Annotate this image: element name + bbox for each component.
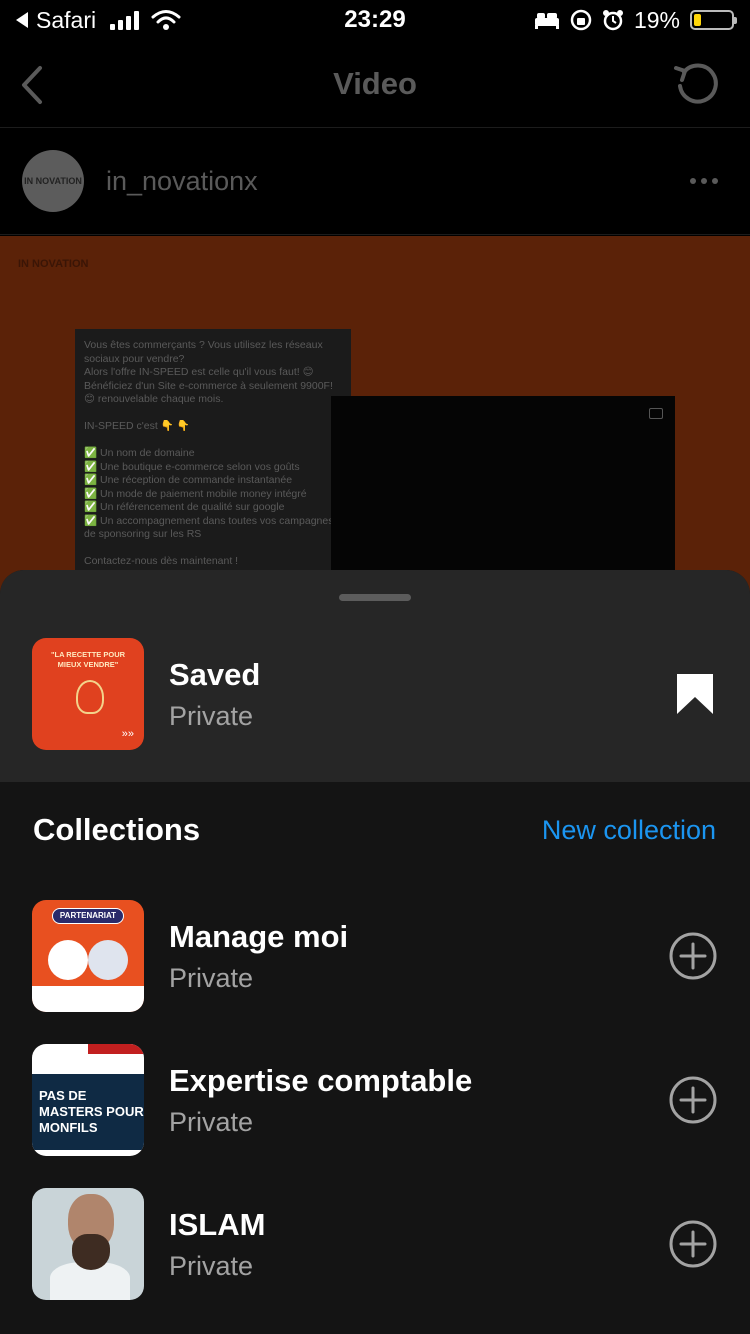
saved-thumbnail: "LA RECETTE POUR MIEUX VENDRE" »»	[32, 638, 144, 750]
post-header: IN NOVATION in_novationx	[0, 128, 750, 235]
collection-thumbnail: PARTENARIAT	[32, 900, 144, 1012]
post-username[interactable]: in_novationx	[106, 166, 258, 197]
orientation-lock-icon	[570, 9, 592, 31]
battery-icon	[690, 10, 737, 30]
back-triangle-icon	[16, 12, 28, 28]
collections-list: PARTENARIAT Manage moi Private PAS DE MA…	[32, 900, 718, 1332]
avatar-text: IN NOVATION	[24, 176, 82, 186]
collection-title: Expertise comptable	[169, 1062, 473, 1098]
add-circle-icon[interactable]	[668, 931, 718, 981]
whisk-icon	[76, 680, 104, 714]
thumb-badge: PARTENARIAT	[52, 908, 124, 924]
picture-in-picture-icon[interactable]	[649, 408, 663, 419]
cellular-signal-icon	[110, 10, 140, 30]
save-to-collection-sheet: "LA RECETTE POUR MIEUX VENDRE" »» Saved …	[0, 570, 750, 1334]
add-circle-icon[interactable]	[668, 1219, 718, 1269]
thumb-headline: PAS DE MASTERS POUR MONFILS	[39, 1088, 144, 1135]
saved-title: Saved	[169, 656, 261, 692]
wifi-icon	[151, 10, 181, 30]
back-to-app[interactable]: Safari	[16, 7, 181, 34]
nav-bar: Video	[0, 40, 750, 128]
back-chevron-icon[interactable]	[18, 64, 46, 106]
bookmark-filled-icon[interactable]	[676, 673, 714, 715]
saved-row[interactable]: "LA RECETTE POUR MIEUX VENDRE" »» Saved …	[32, 638, 714, 750]
logo-circle	[88, 940, 128, 980]
thumb-footer	[32, 986, 144, 1012]
logo-circle	[48, 940, 88, 980]
collection-row-expertise-comptable[interactable]: PAS DE MASTERS POUR MONFILS Expertise co…	[32, 1044, 718, 1156]
sheet-drag-handle[interactable]	[339, 594, 411, 601]
saved-section: "LA RECETTE POUR MIEUX VENDRE" »» Saved …	[0, 570, 750, 782]
more-options-icon[interactable]	[690, 178, 718, 184]
add-circle-icon[interactable]	[668, 1075, 718, 1125]
sleep-bed-icon	[534, 13, 559, 29]
saved-thumb-arrows: »»	[121, 728, 134, 740]
brand-logo: IN NOVATION	[18, 258, 89, 270]
new-collection-button[interactable]: New collection	[542, 815, 716, 846]
page-title: Video	[333, 65, 417, 101]
collection-privacy: Private	[169, 1106, 254, 1137]
collection-privacy: Private	[169, 962, 254, 993]
collections-title: Collections	[33, 812, 201, 847]
battery-percent: 19%	[633, 6, 680, 33]
collection-title: Manage moi	[169, 918, 349, 954]
thumb-figure-beard	[72, 1234, 110, 1270]
collection-thumbnail: PAS DE MASTERS POUR MONFILS	[32, 1044, 144, 1156]
saved-thumb-text: "LA RECETTE POUR MIEUX VENDRE"	[50, 650, 126, 669]
collection-thumbnail	[32, 1188, 144, 1300]
collection-title: ISLAM	[169, 1206, 266, 1242]
alarm-icon	[602, 10, 623, 31]
avatar[interactable]: IN NOVATION	[22, 150, 84, 212]
thumb-header-strip	[88, 1044, 144, 1054]
collection-row-islam[interactable]: ISLAM Private	[32, 1188, 718, 1300]
post-text: Vous êtes commerçants ? Vous utilisez le…	[84, 339, 334, 567]
post-text-card: Vous êtes commerçants ? Vous utilisez le…	[75, 329, 351, 600]
status-bar: Safari 23:29 19%	[0, 0, 750, 40]
battery-level	[694, 14, 701, 26]
collection-privacy: Private	[169, 1250, 254, 1281]
video-page-background: Video IN NOVATION in_novationx IN NOVATI…	[0, 40, 750, 600]
saved-privacy: Private	[169, 700, 254, 731]
back-app-label: Safari	[36, 6, 97, 33]
collection-row-manage-moi[interactable]: PARTENARIAT Manage moi Private	[32, 900, 718, 1012]
collections-header: Collections New collection	[33, 812, 716, 848]
post-media[interactable]: IN NOVATION Vous êtes commerçants ? Vous…	[0, 236, 750, 600]
refresh-icon[interactable]	[672, 60, 720, 108]
